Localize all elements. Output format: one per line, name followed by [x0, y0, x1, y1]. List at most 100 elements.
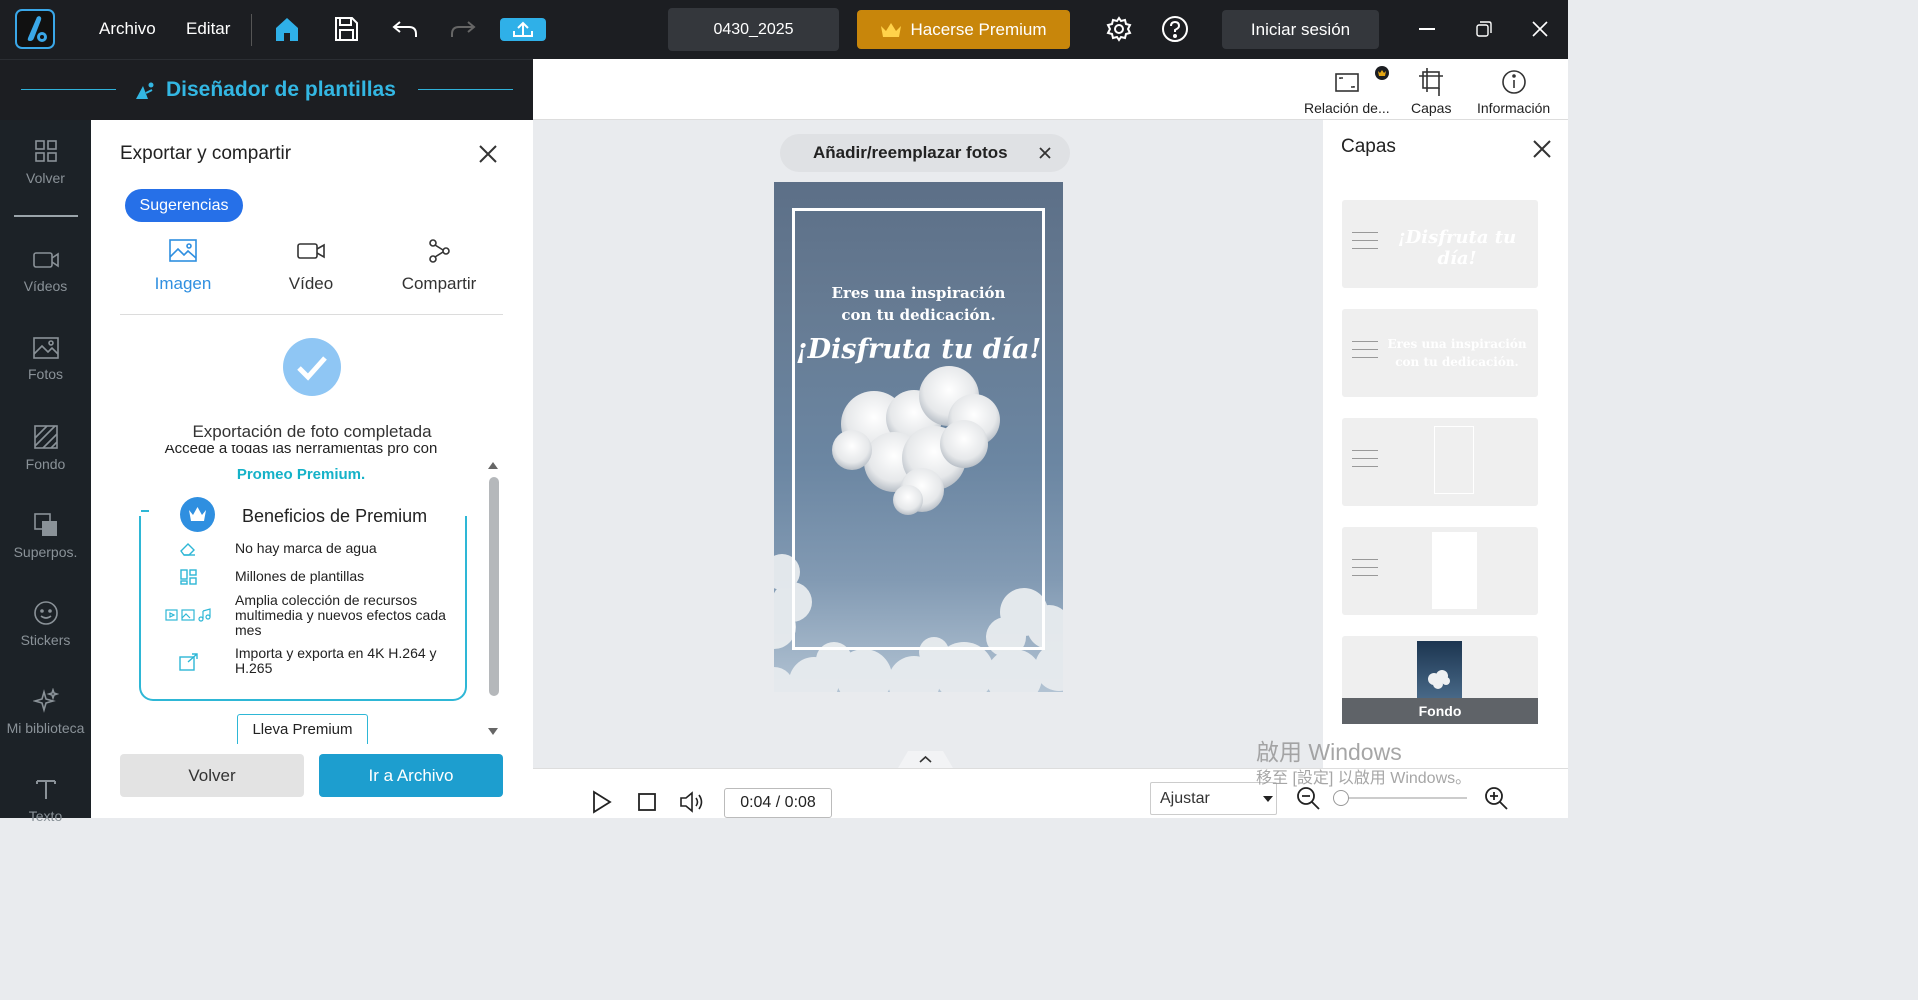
header-line-right	[418, 89, 513, 90]
go-to-file-button[interactable]: Ir a Archivo	[319, 754, 503, 797]
video-icon	[32, 252, 59, 268]
save-icon[interactable]	[331, 14, 361, 44]
template-preview[interactable]: Eres una inspiración con tu dedicación. …	[774, 182, 1063, 692]
drag-handle-icon[interactable]	[1352, 341, 1378, 365]
add-photos-label: Añadir/reemplazar fotos	[813, 143, 1008, 162]
eraser-icon	[179, 541, 197, 557]
app-logo	[15, 9, 55, 49]
sidebar-item-fotos[interactable]: Fotos	[0, 336, 91, 382]
export-share-panel: Exportar y compartir Sugerencias Imagen …	[91, 120, 533, 818]
scroll-down-icon[interactable]	[486, 727, 500, 737]
zoom-slider-track[interactable]	[1341, 797, 1467, 799]
text-icon	[35, 780, 56, 799]
sidebar-item-label: Volver	[26, 170, 65, 186]
benefits-title: Beneficios de Premium	[242, 506, 428, 526]
restore-icon[interactable]	[1476, 21, 1492, 37]
play-icon[interactable]	[591, 790, 613, 814]
layer-item-background[interactable]: Fondo	[1342, 636, 1538, 724]
dropdown-arrow-icon	[1263, 796, 1273, 802]
tab-compartir-label: Compartir	[401, 274, 477, 293]
minimize-icon[interactable]	[1419, 28, 1435, 30]
benefit-item: Importa y exporta en 4K H.264 y H.265	[235, 645, 437, 676]
layer-frame-preview	[1434, 426, 1474, 494]
overlay-icon	[33, 513, 57, 536]
video-icon	[297, 243, 325, 259]
settings-gear-icon[interactable]	[1104, 14, 1134, 44]
sidebar-item-texto[interactable]: Texto	[0, 776, 91, 824]
tab-video[interactable]: Vídeo	[256, 238, 366, 294]
aspect-ratio-icon	[1334, 73, 1359, 92]
menu-editar[interactable]: Editar	[186, 19, 230, 39]
scroll-up-icon[interactable]	[486, 460, 500, 470]
background-layer-label: Fondo	[1342, 698, 1538, 724]
tab-imagen[interactable]: Imagen	[128, 238, 238, 294]
login-button[interactable]: Iniciar sesión	[1222, 10, 1379, 49]
header-line-left	[21, 89, 116, 90]
tab-compartir[interactable]: Compartir	[384, 238, 494, 294]
redo-icon[interactable]	[448, 14, 478, 44]
drag-handle-icon[interactable]	[1352, 559, 1378, 583]
close-export-icon[interactable]	[476, 142, 500, 166]
quote-line-2: con tu dedicación.	[841, 306, 996, 324]
layer-item-frame[interactable]	[1342, 418, 1538, 506]
layers-button[interactable]: Capas	[1411, 67, 1451, 116]
benefit-item: No hay marca de agua	[235, 540, 377, 556]
close-window-icon[interactable]	[1532, 21, 1548, 37]
share-icon	[429, 239, 450, 263]
layer-item-quote-text[interactable]: Eres una inspiración con tu dedicación.	[1342, 309, 1538, 397]
windows-activation-hint: 移至 [設定] 以啟用 Windows。	[1256, 770, 1472, 787]
sidebar-item-videos[interactable]: Vídeos	[0, 248, 91, 294]
suggestions-chip[interactable]: Sugerencias	[125, 189, 243, 222]
sidebar-item-label: Fondo	[25, 456, 66, 472]
back-button[interactable]: Volver	[120, 754, 304, 797]
stop-icon[interactable]	[637, 792, 657, 812]
quote-text: Eres una inspiración con tu dedicación.	[774, 282, 1063, 326]
add-replace-photos-button[interactable]: Añadir/reemplazar fotos	[780, 134, 1070, 172]
volume-icon[interactable]	[678, 790, 704, 814]
left-sidebar: Volver Vídeos Fotos Fondo Superpos. Stic…	[0, 120, 91, 824]
collapse-timeline-button[interactable]	[898, 749, 953, 768]
white-frame	[792, 208, 1045, 650]
zoom-in-icon[interactable]	[1483, 785, 1509, 811]
drag-handle-icon[interactable]	[1352, 232, 1378, 256]
sidebar-item-volver[interactable]: Volver	[0, 138, 91, 186]
promo-text: Accede a todas las herramientas pro con	[164, 445, 438, 457]
premium-crown-badge-icon	[1375, 66, 1389, 80]
templates-icon	[179, 569, 197, 585]
zoom-slider-knob[interactable]	[1333, 790, 1349, 806]
close-layers-icon[interactable]	[1532, 139, 1552, 159]
menu-archivo[interactable]: Archivo	[99, 19, 156, 39]
scrollbar-thumb[interactable]	[489, 477, 499, 696]
layer-item-white-shape[interactable]	[1342, 527, 1538, 615]
info-icon	[1501, 70, 1526, 94]
project-name[interactable]: 0430_2025	[668, 8, 839, 51]
go-premium-button[interactable]: Hacerse Premium	[857, 10, 1070, 49]
layer-text-line-2: con tu dedicación.	[1395, 355, 1519, 369]
sidebar-item-mi-biblioteca[interactable]: Mi biblioteca	[0, 688, 91, 736]
sidebar-item-label: Texto	[28, 808, 63, 824]
sidebar-item-stickers[interactable]: Stickers	[0, 600, 91, 648]
close-add-photos-icon[interactable]	[1038, 146, 1052, 160]
drag-handle-icon[interactable]	[1352, 450, 1378, 474]
sidebar-item-label: Stickers	[20, 632, 71, 648]
undo-icon[interactable]	[390, 14, 420, 44]
home-icon[interactable]	[272, 14, 302, 44]
tab-video-label: Vídeo	[288, 274, 334, 293]
photo-icon	[32, 337, 59, 359]
get-premium-button[interactable]: Lleva Premium	[237, 714, 368, 744]
background-thumbnail	[1417, 641, 1462, 701]
export-upload-icon[interactable]	[500, 18, 546, 41]
sparkle-icon	[32, 688, 59, 713]
sidebar-item-superpos[interactable]: Superpos.	[0, 512, 91, 560]
template-designer-header: Diseñador de plantillas	[0, 59, 533, 120]
layer-item-script-text[interactable]: ¡Disfruta tu día!	[1342, 200, 1538, 288]
info-button[interactable]: Información	[1477, 67, 1550, 116]
canvas-area: Añadir/reemplazar fotos Eres una inspira…	[533, 120, 1323, 768]
go-premium-label: Hacerse Premium	[910, 19, 1047, 39]
help-icon[interactable]	[1160, 14, 1190, 44]
sidebar-item-fondo[interactable]: Fondo	[0, 424, 91, 472]
designer-title: Diseñador de plantillas	[134, 78, 396, 102]
zoom-out-icon[interactable]	[1295, 785, 1321, 811]
promo-premium-link[interactable]: Promeo Premium.	[131, 466, 471, 483]
premium-crown-icon	[180, 497, 215, 532]
